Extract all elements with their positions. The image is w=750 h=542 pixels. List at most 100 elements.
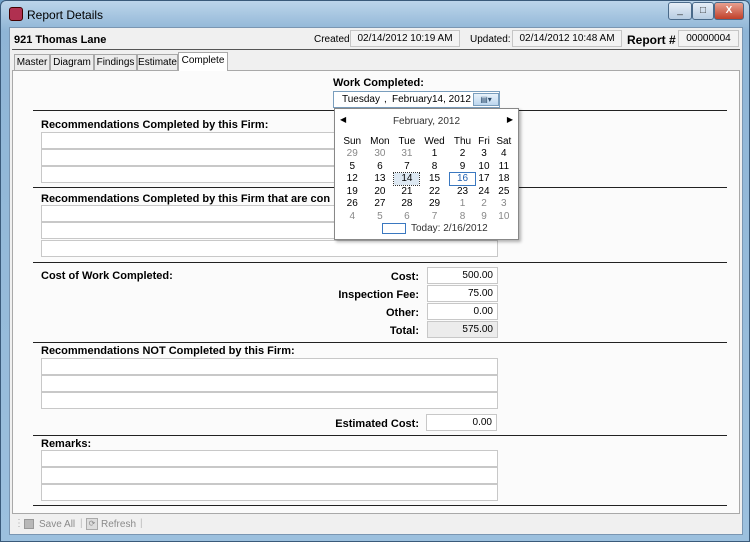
- calendar-day[interactable]: 13: [365, 173, 394, 186]
- client-area: 921 Thomas Lane Created: 02/14/2012 10:1…: [9, 27, 743, 535]
- updated-label: Updated:: [470, 34, 511, 45]
- calendar-day[interactable]: 7: [419, 210, 449, 223]
- created-label: Created:: [314, 34, 353, 45]
- calendar-day[interactable]: 22: [419, 185, 449, 198]
- divider: [33, 435, 727, 436]
- work-completed-label: Work Completed:: [333, 77, 424, 89]
- calendar-day[interactable]: 7: [394, 160, 419, 173]
- calendar-day[interactable]: 6: [365, 160, 394, 173]
- calendar-day[interactable]: 5: [339, 160, 365, 173]
- remarks-heading: Remarks:: [41, 438, 92, 450]
- calendar-day[interactable]: 17: [475, 173, 492, 186]
- refresh-button[interactable]: Refresh: [101, 519, 136, 530]
- calendar-day[interactable]: 11: [493, 160, 515, 173]
- calendar-day[interactable]: 29: [339, 148, 365, 161]
- calendar-grid: Sun Mon Tue Wed Thu Fri Sat 29 30 31 1 2 3 4 5 6 7 8 9 10 1…: [339, 135, 515, 223]
- calendar-day[interactable]: 28: [394, 198, 419, 211]
- updated-field: 02/14/2012 10:48 AM: [512, 30, 622, 47]
- calendar-day[interactable]: 10: [475, 160, 492, 173]
- calendar-day[interactable]: 19: [339, 185, 365, 198]
- toolbar-separator: |: [140, 518, 143, 529]
- calendar-day[interactable]: 25: [493, 185, 515, 198]
- calendar-day[interactable]: 29: [419, 198, 449, 211]
- rec-con-input-3[interactable]: [41, 240, 498, 257]
- calendar-day[interactable]: 14: [393, 171, 421, 186]
- calendar-day[interactable]: 2: [475, 198, 492, 211]
- calendar-day[interactable]: 1: [450, 198, 476, 211]
- calendar-dropdown-icon[interactable]: ▤▾: [473, 93, 499, 106]
- today-link[interactable]: Today: 2/16/2012: [411, 223, 488, 234]
- calendar-day[interactable]: 26: [339, 198, 365, 211]
- date-month: February: [392, 94, 433, 105]
- window-title: Report Details: [27, 8, 104, 22]
- minimize-button[interactable]: _: [668, 2, 692, 20]
- other-input[interactable]: 0.00: [427, 303, 498, 320]
- tab-estimate[interactable]: Estimate: [137, 54, 178, 70]
- calendar-day[interactable]: 4: [339, 210, 365, 223]
- save-all-button[interactable]: Save All: [39, 519, 75, 530]
- remarks-input-1[interactable]: [41, 450, 498, 467]
- cost-heading: Cost of Work Completed:: [41, 270, 173, 282]
- calendar-day[interactable]: 23: [450, 185, 476, 198]
- rec-not-input-3[interactable]: [41, 392, 498, 409]
- toolbar-separator: |: [80, 518, 83, 529]
- tab-diagram[interactable]: Diagram: [50, 54, 94, 70]
- weekday-header: Sun: [343, 135, 362, 147]
- calendar-day[interactable]: 21: [394, 185, 419, 198]
- report-number-field: 00000004: [678, 30, 739, 47]
- rec-not-input-1[interactable]: [41, 358, 498, 375]
- inspection-fee-label: Inspection Fee:: [338, 289, 419, 301]
- tab-complete[interactable]: Complete: [178, 52, 228, 71]
- report-number-label: Report #: [627, 33, 676, 47]
- estimated-cost-input[interactable]: 0.00: [426, 414, 497, 431]
- calendar-day[interactable]: 3: [493, 198, 515, 211]
- calendar-day[interactable]: 27: [365, 198, 394, 211]
- calendar-day[interactable]: 10: [493, 210, 515, 223]
- calendar-day[interactable]: 12: [339, 173, 365, 186]
- work-completed-date-picker[interactable]: Tuesday , February 14, 2012 ▤▾: [333, 91, 500, 108]
- date-day: Tuesday: [342, 94, 380, 105]
- address-title: 921 Thomas Lane: [14, 34, 107, 46]
- calendar-day[interactable]: 3: [475, 148, 492, 161]
- tab-findings[interactable]: Findings: [94, 54, 137, 70]
- calendar-day[interactable]: 31: [394, 148, 419, 161]
- calendar-day[interactable]: 18: [493, 173, 515, 186]
- report-details-window: Report Details _ □ X 921 Thomas Lane Cre…: [0, 0, 750, 542]
- calendar-day[interactable]: 1: [419, 148, 449, 161]
- calendar-month-title[interactable]: February, 2012: [335, 116, 518, 127]
- calendar-day[interactable]: 20: [365, 185, 394, 198]
- maximize-button[interactable]: □: [692, 2, 714, 20]
- cost-label: Cost:: [390, 271, 419, 283]
- calendar-day[interactable]: 16: [448, 171, 477, 186]
- today-marker-icon: [382, 223, 406, 234]
- cost-input[interactable]: 500.00: [427, 267, 498, 284]
- calendar-day[interactable]: 15: [419, 173, 449, 186]
- remarks-input-3[interactable]: [41, 484, 498, 501]
- refresh-icon: ⟳: [86, 518, 98, 530]
- tab-master[interactable]: Master: [14, 54, 50, 70]
- rec-not-input-2[interactable]: [41, 375, 498, 392]
- calendar-day[interactable]: 30: [365, 148, 394, 161]
- total-field: 575.00: [427, 321, 498, 338]
- weekday-header: Mon: [370, 135, 390, 147]
- close-button[interactable]: X: [714, 2, 744, 20]
- estimated-cost-label: Estimated Cost:: [335, 418, 419, 430]
- calendar-day[interactable]: 6: [394, 210, 419, 223]
- calendar-day[interactable]: 9: [450, 160, 476, 173]
- calendar-day[interactable]: 4: [493, 148, 515, 161]
- weekday-header: Fri: [478, 135, 490, 147]
- weekday-header: Wed: [424, 135, 445, 147]
- calendar-day[interactable]: 9: [475, 210, 492, 223]
- calendar-day[interactable]: 8: [450, 210, 476, 223]
- complete-tab-panel: Work Completed: Tuesday , February 14, 2…: [12, 70, 740, 514]
- calendar-day[interactable]: 2: [450, 148, 476, 161]
- remarks-input-2[interactable]: [41, 467, 498, 484]
- calendar-day[interactable]: 8: [419, 160, 449, 173]
- header-divider: [12, 49, 740, 50]
- calendar-popup: ◀ ▶ February, 2012 Sun Mon Tue Wed Thu Fri Sat…: [334, 108, 519, 240]
- calendar-day[interactable]: 24: [475, 185, 492, 198]
- rec-done-con-heading: Recommendations Completed by this Firm t…: [41, 193, 331, 205]
- save-icon: [24, 519, 34, 529]
- inspection-fee-input[interactable]: 75.00: [427, 285, 498, 302]
- calendar-day[interactable]: 5: [365, 210, 394, 223]
